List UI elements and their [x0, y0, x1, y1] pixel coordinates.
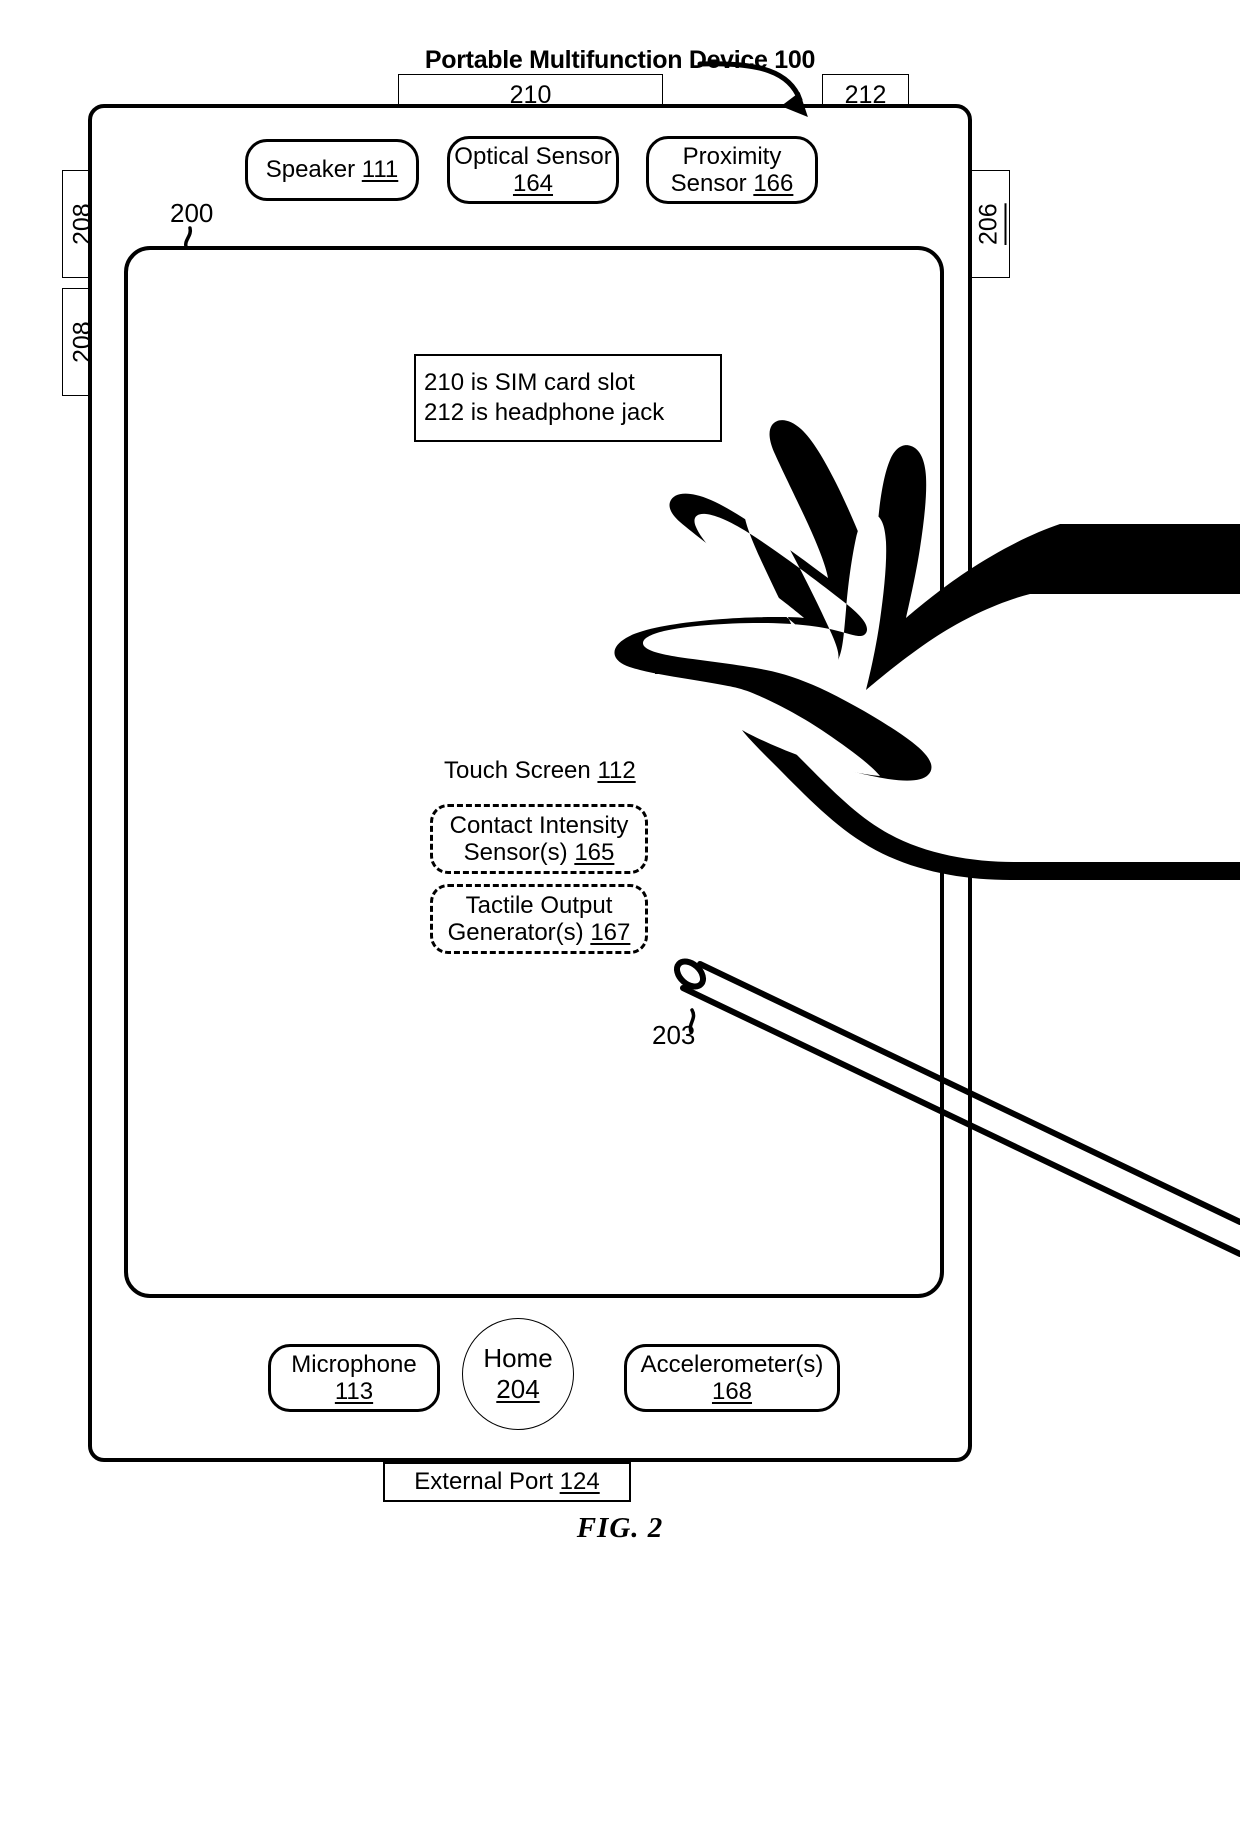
home-button[interactable]: Home 204	[462, 1318, 574, 1430]
finger-ref-202-label: 202	[655, 645, 698, 676]
microphone-ref-num: 113	[334, 1378, 374, 1405]
contact-intensity-label-text: Sensor(s)	[463, 839, 568, 866]
touch-screen-label-text: Touch Screen	[444, 757, 591, 784]
note-line-2: 212 is headphone jack	[424, 399, 665, 427]
optical-sensor-ref-num: 164	[512, 170, 554, 197]
bezel-ref-200-label: 200	[170, 198, 213, 229]
proximity-sensor-block: Proximity Sensor 166	[646, 136, 818, 204]
tactile-output-ref-num: 167	[590, 919, 631, 946]
external-port-block: External Port 124	[383, 1462, 631, 1502]
notes-box: 210 is SIM card slot 212 is headphone ja…	[414, 354, 722, 442]
speaker-block: Speaker 111	[245, 139, 419, 201]
microphone-label: Microphone	[291, 1350, 417, 1378]
bezel-ref-200-text: 200	[170, 198, 214, 228]
tactile-output-label-line1: Tactile Output	[465, 891, 613, 919]
finger-ref-202-text: 202	[655, 645, 699, 675]
speaker-label-text: Speaker	[265, 156, 356, 184]
figure-title-text: Portable Multifunction Device 100	[424, 46, 816, 74]
proximity-sensor-label-line1: Proximity	[682, 142, 782, 170]
accelerometer-block: Accelerometer(s) 168	[624, 1344, 840, 1412]
callout-button-206: 206	[968, 170, 1010, 278]
accelerometer-label: Accelerometer(s)	[640, 1350, 824, 1378]
figure-caption-text: FIG. 2	[576, 1512, 664, 1544]
stylus-ref-203-text: 203	[652, 1020, 696, 1050]
optical-sensor-label: Optical Sensor	[454, 142, 612, 170]
home-button-ref-num: 204	[496, 1374, 540, 1404]
callout-206-label: 206	[974, 203, 1003, 245]
touch-screen-label: Touch Screen 112	[444, 757, 636, 785]
optical-sensor-block: Optical Sensor 164	[447, 136, 619, 204]
tactile-output-label-line2: Generator(s) 167	[448, 919, 631, 946]
patent-figure-2: Portable Multifunction Device 100 210 21…	[0, 0, 1240, 1840]
tactile-output-label-text: Generator(s)	[447, 919, 584, 946]
contact-intensity-sensor-block: Contact Intensity Sensor(s) 165	[430, 804, 648, 874]
contact-intensity-label-line1: Contact Intensity	[449, 811, 629, 839]
stylus-ref-203-label: 203	[652, 1020, 695, 1051]
speaker-ref-num: 111	[361, 156, 399, 184]
proximity-sensor-label-text: Sensor	[670, 170, 747, 197]
accelerometer-ref-num: 168	[711, 1378, 753, 1405]
proximity-sensor-ref-num: 166	[753, 170, 794, 197]
home-button-label: Home	[483, 1343, 553, 1374]
microphone-block: Microphone 113	[268, 1344, 440, 1412]
contact-intensity-label-line2: Sensor(s) 165	[464, 839, 615, 866]
touch-screen-ref-num: 112	[597, 757, 636, 784]
speaker-label: Speaker 111	[266, 156, 399, 183]
external-port-label: External Port	[414, 1468, 553, 1495]
page-title: Portable Multifunction Device 100	[0, 46, 1240, 75]
proximity-sensor-label-line2: Sensor 166	[671, 170, 794, 197]
tactile-output-generator-block: Tactile Output Generator(s) 167	[430, 884, 648, 954]
figure-caption: FIG. 2	[0, 1512, 1240, 1545]
note-line-1: 210 is SIM card slot	[424, 369, 635, 396]
external-port-ref-num: 124	[559, 1468, 600, 1495]
contact-intensity-ref-num: 165	[574, 839, 615, 866]
